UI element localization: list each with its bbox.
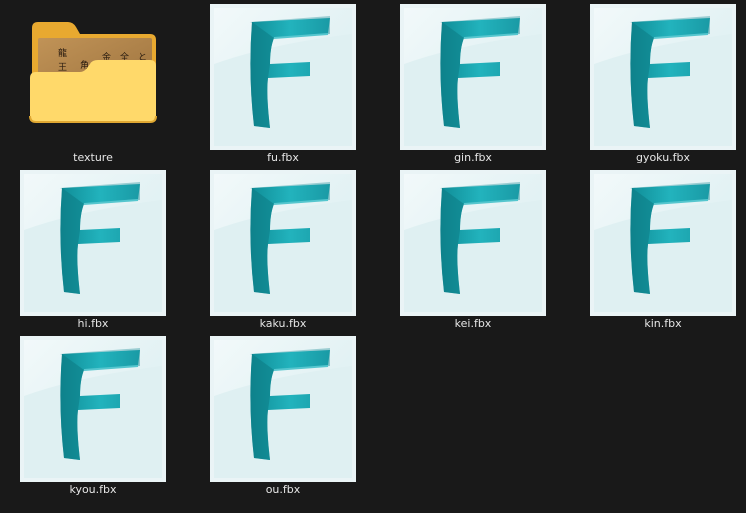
fbx-file-icon (210, 336, 356, 482)
fbx-file-icon (590, 170, 736, 316)
file-name: ou.fbx (265, 483, 301, 496)
file-item-fbx[interactable]: ou.fbx (210, 336, 356, 502)
file-name: texture (73, 151, 113, 164)
file-item-fbx[interactable]: gin.fbx (400, 4, 546, 170)
file-name: gin.fbx (454, 151, 492, 164)
file-item-fbx[interactable]: kei.fbx (400, 170, 546, 336)
file-name: kei.fbx (454, 317, 492, 330)
file-item-fbx[interactable]: hi.fbx (20, 170, 166, 336)
file-name: kyou.fbx (69, 483, 117, 496)
fbx-file-icon (20, 170, 166, 316)
file-name: fu.fbx (267, 151, 299, 164)
fbx-file-icon (20, 336, 166, 482)
file-name: hi.fbx (77, 317, 109, 330)
file-item-fbx[interactable]: kaku.fbx (210, 170, 356, 336)
folder-icon: 龍 王 角 金 全 と 竜 銀 (20, 4, 166, 150)
file-item-fbx[interactable]: kin.fbx (590, 170, 736, 336)
file-name: gyoku.fbx (635, 151, 691, 164)
file-name: kaku.fbx (259, 317, 307, 330)
fbx-file-icon (210, 170, 356, 316)
file-grid: 龍 王 角 金 全 と 竜 銀 texture (0, 0, 746, 513)
file-item-fbx[interactable]: kyou.fbx (20, 336, 166, 502)
file-item-texture[interactable]: 龍 王 角 金 全 と 竜 銀 texture (20, 4, 166, 170)
fbx-file-icon (400, 170, 546, 316)
file-item-fbx[interactable]: gyoku.fbx (590, 4, 736, 170)
svg-text:龍: 龍 (58, 47, 67, 59)
file-name: kin.fbx (644, 317, 682, 330)
fbx-file-icon (400, 4, 546, 150)
svg-text:王: 王 (58, 62, 67, 73)
file-item-fbx[interactable]: fu.fbx (210, 4, 356, 170)
fbx-file-icon (590, 4, 736, 150)
fbx-file-icon (210, 4, 356, 150)
